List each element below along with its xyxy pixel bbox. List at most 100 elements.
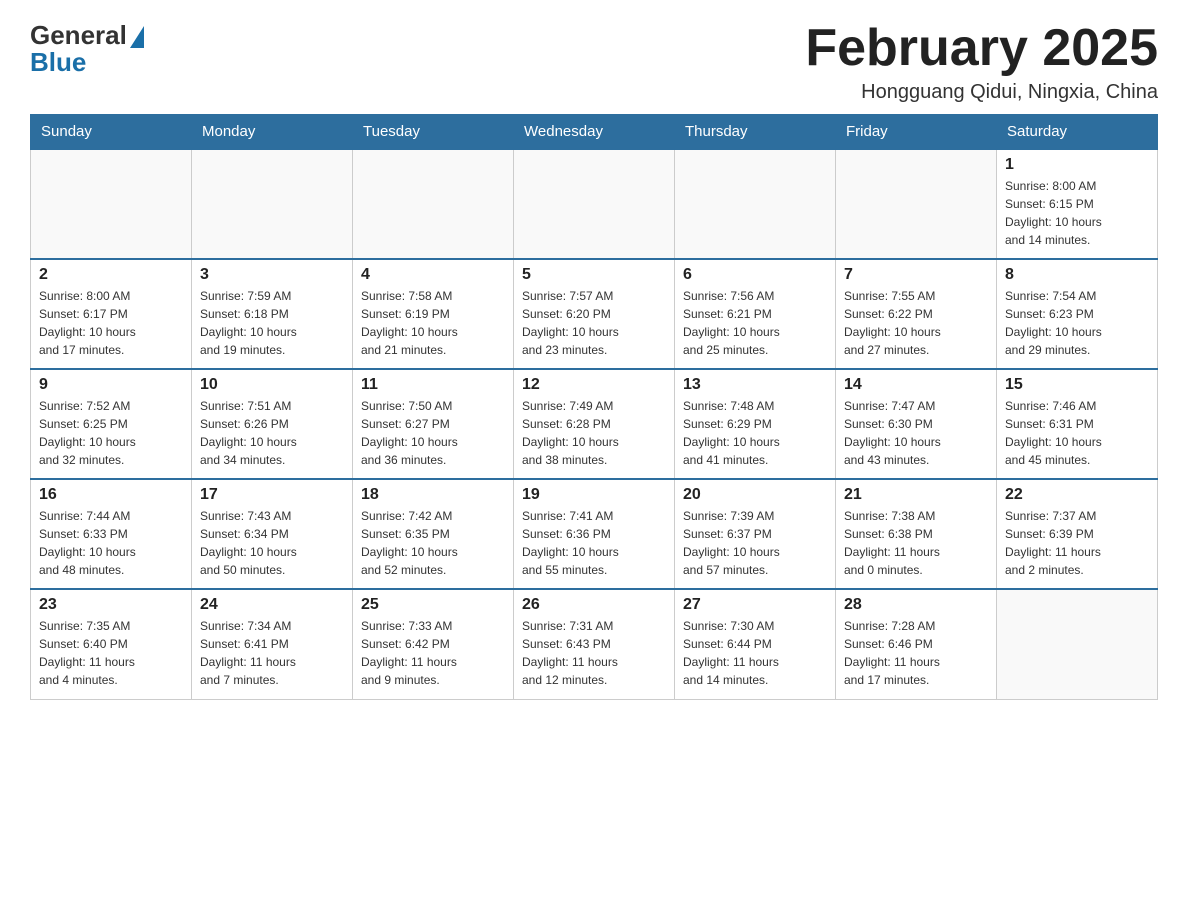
day-info: Sunrise: 7:54 AMSunset: 6:23 PMDaylight:… bbox=[1005, 287, 1149, 359]
day-number: 4 bbox=[361, 266, 505, 284]
day-number: 15 bbox=[1005, 376, 1149, 394]
title-area: February 2025 Hongguang Qidui, Ningxia, … bbox=[805, 20, 1158, 104]
day-info: Sunrise: 7:31 AMSunset: 6:43 PMDaylight:… bbox=[522, 617, 666, 689]
day-number: 20 bbox=[683, 486, 827, 504]
calendar-cell: 11 Sunrise: 7:50 AMSunset: 6:27 PMDayligh… bbox=[353, 369, 514, 479]
day-number: 3 bbox=[200, 266, 344, 284]
page-header: General Blue February 2025 Hongguang Qid… bbox=[30, 20, 1158, 104]
day-info: Sunrise: 7:33 AMSunset: 6:42 PMDaylight:… bbox=[361, 617, 505, 689]
week-row-5: 23Sunrise: 7:35 AMSunset: 6:40 PMDayligh… bbox=[31, 589, 1158, 699]
day-number: 11 bbox=[361, 376, 505, 394]
calendar-cell: 5Sunrise: 7:57 AMSunset: 6:20 PMDaylight… bbox=[514, 259, 675, 369]
calendar-cell: 9 Sunrise: 7:52 AMSunset: 6:25 PMDaylight… bbox=[31, 369, 192, 479]
day-info: Sunrise: 7:39 AMSunset: 6:37 PMDaylight:… bbox=[683, 507, 827, 579]
calendar-cell: 26 Sunrise: 7:31 AMSunset: 6:43 PMDayligh… bbox=[514, 589, 675, 699]
day-number: 5 bbox=[522, 266, 666, 284]
calendar-cell: 10 Sunrise: 7:51 AMSunset: 6:26 PMDayligh… bbox=[192, 369, 353, 479]
day-number: 13 bbox=[683, 376, 827, 394]
calendar-cell: 1 Sunrise: 8:00 AMSunset: 6:15 PMDaylight… bbox=[997, 149, 1158, 259]
calendar-cell: 25 Sunrise: 7:33 AMSunset: 6:42 PMDayligh… bbox=[353, 589, 514, 699]
day-number: 12 bbox=[522, 376, 666, 394]
calendar-cell bbox=[675, 149, 836, 259]
calendar-cell: 22Sunrise: 7:37 AMSunset: 6:39 PMDayligh… bbox=[997, 479, 1158, 589]
day-info: Sunrise: 7:50 AMSunset: 6:27 PMDaylight:… bbox=[361, 397, 505, 469]
calendar-cell: 3 Sunrise: 7:59 AMSunset: 6:18 PMDaylight… bbox=[192, 259, 353, 369]
calendar-cell: 19 Sunrise: 7:41 AMSunset: 6:36 PMDayligh… bbox=[514, 479, 675, 589]
day-info: Sunrise: 7:43 AMSunset: 6:34 PMDaylight:… bbox=[200, 507, 344, 579]
weekday-header-wednesday: Wednesday bbox=[514, 115, 675, 150]
calendar-cell: 17 Sunrise: 7:43 AMSunset: 6:34 PMDayligh… bbox=[192, 479, 353, 589]
calendar-cell: 28 Sunrise: 7:28 AMSunset: 6:46 PMDayligh… bbox=[836, 589, 997, 699]
day-number: 21 bbox=[844, 486, 988, 504]
weekday-header-row: SundayMondayTuesdayWednesdayThursdayFrid… bbox=[31, 115, 1158, 150]
calendar-cell: 20 Sunrise: 7:39 AMSunset: 6:37 PMDayligh… bbox=[675, 479, 836, 589]
calendar-cell: 24 Sunrise: 7:34 AMSunset: 6:41 PMDayligh… bbox=[192, 589, 353, 699]
day-info: Sunrise: 8:00 AMSunset: 6:15 PMDaylight:… bbox=[1005, 177, 1149, 249]
day-number: 26 bbox=[522, 596, 666, 614]
calendar-cell: 27 Sunrise: 7:30 AMSunset: 6:44 PMDayligh… bbox=[675, 589, 836, 699]
calendar-cell: 2 Sunrise: 8:00 AMSunset: 6:17 PMDaylight… bbox=[31, 259, 192, 369]
day-number: 23 bbox=[39, 596, 183, 614]
day-info: Sunrise: 7:38 AMSunset: 6:38 PMDaylight:… bbox=[844, 507, 988, 579]
day-number: 16 bbox=[39, 486, 183, 504]
weekday-header-thursday: Thursday bbox=[675, 115, 836, 150]
calendar-cell: 12 Sunrise: 7:49 AMSunset: 6:28 PMDayligh… bbox=[514, 369, 675, 479]
day-number: 2 bbox=[39, 266, 183, 284]
calendar-cell: 6 Sunrise: 7:56 AMSunset: 6:21 PMDaylight… bbox=[675, 259, 836, 369]
day-info: Sunrise: 7:56 AMSunset: 6:21 PMDaylight:… bbox=[683, 287, 827, 359]
day-number: 1 bbox=[1005, 156, 1149, 174]
calendar-cell bbox=[836, 149, 997, 259]
day-info: Sunrise: 7:41 AMSunset: 6:36 PMDaylight:… bbox=[522, 507, 666, 579]
week-row-2: 2 Sunrise: 8:00 AMSunset: 6:17 PMDaylight… bbox=[31, 259, 1158, 369]
calendar-cell bbox=[997, 589, 1158, 699]
calendar-cell: 21 Sunrise: 7:38 AMSunset: 6:38 PMDayligh… bbox=[836, 479, 997, 589]
day-number: 17 bbox=[200, 486, 344, 504]
day-info: Sunrise: 7:51 AMSunset: 6:26 PMDaylight:… bbox=[200, 397, 344, 469]
day-number: 19 bbox=[522, 486, 666, 504]
day-info: Sunrise: 7:52 AMSunset: 6:25 PMDaylight:… bbox=[39, 397, 183, 469]
day-number: 24 bbox=[200, 596, 344, 614]
day-number: 28 bbox=[844, 596, 988, 614]
day-number: 10 bbox=[200, 376, 344, 394]
location-text: Hongguang Qidui, Ningxia, China bbox=[805, 81, 1158, 104]
calendar-cell: 16 Sunrise: 7:44 AMSunset: 6:33 PMDayligh… bbox=[31, 479, 192, 589]
calendar-cell bbox=[31, 149, 192, 259]
weekday-header-saturday: Saturday bbox=[997, 115, 1158, 150]
calendar-cell: 8Sunrise: 7:54 AMSunset: 6:23 PMDaylight… bbox=[997, 259, 1158, 369]
day-info: Sunrise: 7:58 AMSunset: 6:19 PMDaylight:… bbox=[361, 287, 505, 359]
day-info: Sunrise: 7:55 AMSunset: 6:22 PMDaylight:… bbox=[844, 287, 988, 359]
day-info: Sunrise: 7:44 AMSunset: 6:33 PMDaylight:… bbox=[39, 507, 183, 579]
week-row-3: 9 Sunrise: 7:52 AMSunset: 6:25 PMDaylight… bbox=[31, 369, 1158, 479]
calendar-cell: 13 Sunrise: 7:48 AMSunset: 6:29 PMDayligh… bbox=[675, 369, 836, 479]
weekday-header-tuesday: Tuesday bbox=[353, 115, 514, 150]
calendar-cell: 14Sunrise: 7:47 AMSunset: 6:30 PMDayligh… bbox=[836, 369, 997, 479]
day-number: 9 bbox=[39, 376, 183, 394]
day-info: Sunrise: 8:00 AMSunset: 6:17 PMDaylight:… bbox=[39, 287, 183, 359]
calendar-cell: 23Sunrise: 7:35 AMSunset: 6:40 PMDayligh… bbox=[31, 589, 192, 699]
logo: General Blue bbox=[30, 20, 144, 78]
weekday-header-friday: Friday bbox=[836, 115, 997, 150]
day-info: Sunrise: 7:47 AMSunset: 6:30 PMDaylight:… bbox=[844, 397, 988, 469]
day-info: Sunrise: 7:28 AMSunset: 6:46 PMDaylight:… bbox=[844, 617, 988, 689]
day-info: Sunrise: 7:49 AMSunset: 6:28 PMDaylight:… bbox=[522, 397, 666, 469]
day-info: Sunrise: 7:48 AMSunset: 6:29 PMDaylight:… bbox=[683, 397, 827, 469]
day-number: 27 bbox=[683, 596, 827, 614]
day-info: Sunrise: 7:46 AMSunset: 6:31 PMDaylight:… bbox=[1005, 397, 1149, 469]
day-number: 7 bbox=[844, 266, 988, 284]
day-info: Sunrise: 7:30 AMSunset: 6:44 PMDaylight:… bbox=[683, 617, 827, 689]
calendar-cell: 4 Sunrise: 7:58 AMSunset: 6:19 PMDaylight… bbox=[353, 259, 514, 369]
calendar-cell bbox=[514, 149, 675, 259]
day-number: 25 bbox=[361, 596, 505, 614]
day-info: Sunrise: 7:34 AMSunset: 6:41 PMDaylight:… bbox=[200, 617, 344, 689]
calendar-cell: 18Sunrise: 7:42 AMSunset: 6:35 PMDayligh… bbox=[353, 479, 514, 589]
day-info: Sunrise: 7:59 AMSunset: 6:18 PMDaylight:… bbox=[200, 287, 344, 359]
week-row-4: 16 Sunrise: 7:44 AMSunset: 6:33 PMDayligh… bbox=[31, 479, 1158, 589]
logo-blue-text: Blue bbox=[30, 47, 86, 78]
day-number: 6 bbox=[683, 266, 827, 284]
week-row-1: 1 Sunrise: 8:00 AMSunset: 6:15 PMDaylight… bbox=[31, 149, 1158, 259]
day-number: 22 bbox=[1005, 486, 1149, 504]
weekday-header-sunday: Sunday bbox=[31, 115, 192, 150]
weekday-header-monday: Monday bbox=[192, 115, 353, 150]
day-info: Sunrise: 7:42 AMSunset: 6:35 PMDaylight:… bbox=[361, 507, 505, 579]
calendar-cell bbox=[192, 149, 353, 259]
